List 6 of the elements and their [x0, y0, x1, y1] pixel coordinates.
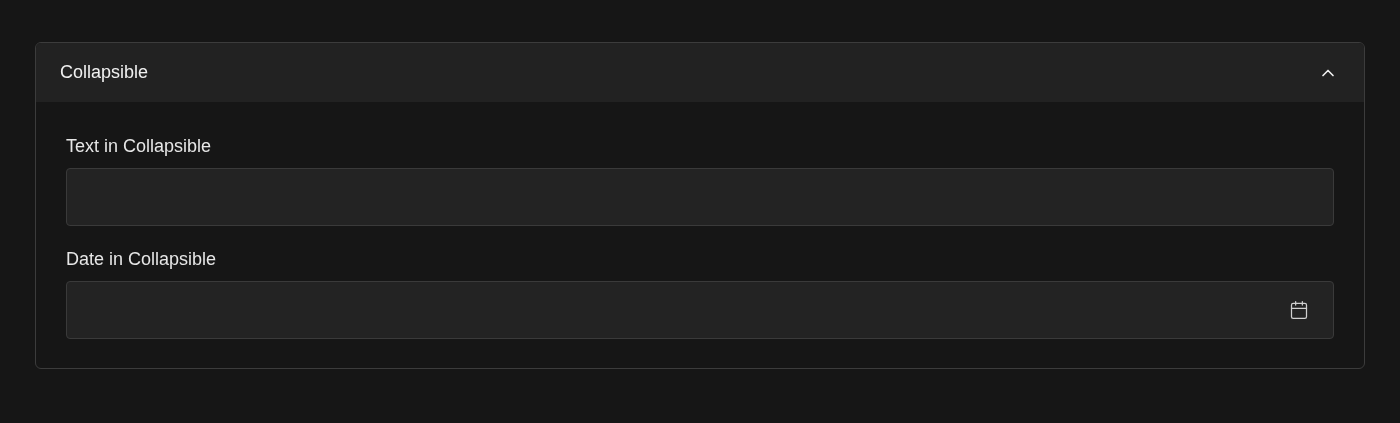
text-field[interactable] — [66, 168, 1334, 226]
field-label: Text in Collapsible — [66, 135, 213, 157]
calendar-icon[interactable] — [1289, 300, 1309, 320]
field-label: Date in Collapsible — [66, 248, 218, 270]
date-field[interactable] — [66, 281, 1334, 339]
collapsible-header[interactable]: Collapsible — [36, 43, 1364, 102]
